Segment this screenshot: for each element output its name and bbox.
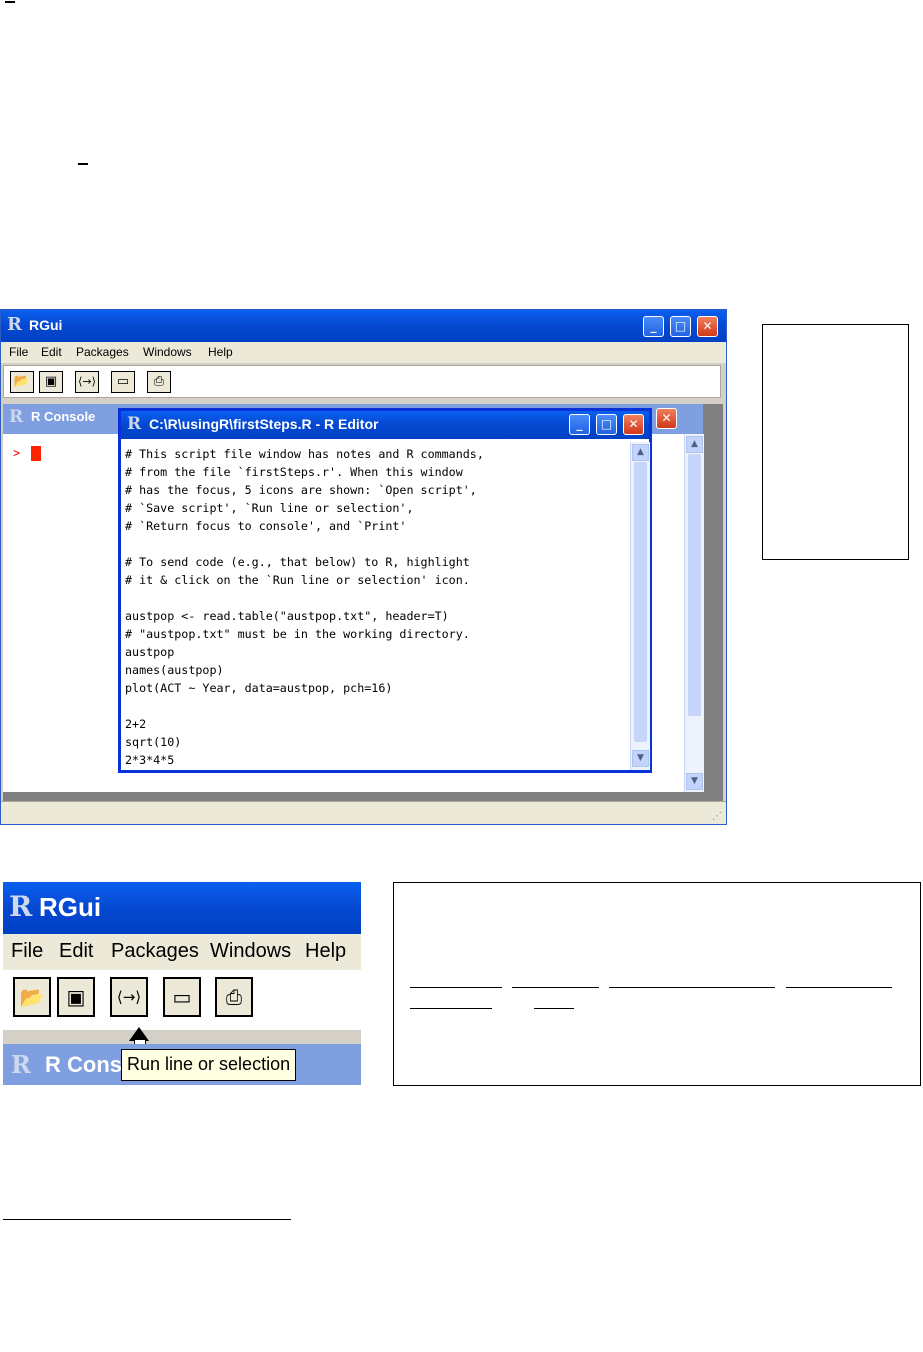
blank-line	[410, 1008, 492, 1009]
console-scrollbar[interactable]: ▲ ▼	[684, 434, 704, 792]
r-logo-icon: R	[7, 314, 22, 335]
r-logo-icon: R	[11, 1050, 31, 1079]
scroll-up-icon[interactable]: ▲	[686, 436, 703, 453]
run-line-or-selection-icon[interactable]: ⟨→⟩	[110, 977, 148, 1017]
print-icon[interactable]: ⎙	[215, 977, 253, 1017]
scroll-up-icon[interactable]: ▲	[632, 444, 649, 461]
footnote-rule	[3, 1219, 291, 1220]
maximize-button[interactable]: □	[670, 316, 691, 337]
menu-help[interactable]: Help	[208, 345, 233, 359]
zoom-titlebar: R RGui	[3, 882, 361, 934]
rgui-titlebar[interactable]: R RGui _ □ ✕	[1, 310, 726, 342]
close-button[interactable]: ✕	[697, 316, 718, 337]
zoomed-toolbar-view: R RGui File Edit Packages Windows Help 📂…	[3, 882, 361, 1085]
page-mark	[78, 163, 88, 165]
editor-titlebar[interactable]: R C:\R\usingR\firstSteps.R - R Editor _ …	[121, 411, 649, 439]
scroll-down-icon[interactable]: ▼	[632, 750, 649, 767]
menu-edit[interactable]: Edit	[41, 345, 62, 359]
console-close-button[interactable]: ✕	[656, 408, 677, 429]
rgui-title: RGui	[29, 317, 63, 333]
open-script-icon[interactable]: 📂	[13, 977, 51, 1017]
save-script-icon[interactable]: ▣	[57, 977, 95, 1017]
return-focus-to-console-icon[interactable]: ▭	[111, 371, 135, 393]
zoom-menu-windows[interactable]: Windows	[210, 940, 291, 963]
zoom-menu-edit[interactable]: Edit	[59, 940, 93, 963]
script-text-area[interactable]: # This script file window has notes and …	[125, 445, 625, 769]
scroll-thumb[interactable]	[688, 454, 701, 716]
r-logo-icon: R	[127, 414, 142, 434]
console-prompt: >	[13, 446, 21, 460]
caption-box	[393, 882, 921, 1086]
print-icon[interactable]: ⎙	[147, 371, 171, 393]
zoom-title: RGui	[39, 892, 102, 922]
console-cursor	[31, 446, 41, 461]
zoom-menu-file[interactable]: File	[11, 940, 43, 963]
toolbar: 📂 ▣ ⟨→⟩ ▭ ⎙	[3, 365, 721, 398]
menu-bar: File Edit Packages Windows Help	[1, 342, 726, 363]
blank-line	[534, 1008, 574, 1009]
resize-grip-icon[interactable]: ⋰	[712, 811, 722, 822]
editor-scrollbar[interactable]: ▲ ▼	[630, 442, 650, 770]
menu-packages[interactable]: Packages	[76, 345, 129, 359]
zoom-menu-packages[interactable]: Packages	[111, 940, 199, 963]
zoom-toolbar: 📂 ▣ ⟨→⟩ ▭ ⎙	[3, 970, 361, 1030]
editor-maximize-button[interactable]: □	[596, 414, 617, 435]
blank-line	[786, 987, 892, 988]
zoom-menu-help[interactable]: Help	[305, 940, 346, 963]
editor-close-button[interactable]: ✕	[623, 414, 644, 435]
r-logo-icon: R	[9, 890, 33, 923]
blank-line	[410, 987, 502, 988]
blank-line	[512, 987, 599, 988]
open-script-icon[interactable]: 📂	[10, 371, 34, 393]
save-script-icon[interactable]: ▣	[39, 371, 63, 393]
blank-line	[609, 987, 775, 988]
pointer-arrow-icon	[129, 1027, 149, 1041]
console-title: R Console	[31, 409, 96, 424]
zoom-console-title: R Cons	[45, 1052, 122, 1077]
r-logo-icon: R	[9, 407, 24, 427]
r-editor-window[interactable]: R C:\R\usingR\firstSteps.R - R Editor _ …	[118, 408, 652, 773]
minimize-button[interactable]: _	[643, 316, 664, 337]
side-note-box	[762, 324, 909, 560]
page-mark	[5, 1, 15, 3]
menu-file[interactable]: File	[9, 345, 28, 359]
status-bar: ⋰	[1, 801, 726, 824]
menu-windows[interactable]: Windows	[143, 345, 192, 359]
scroll-down-icon[interactable]: ▼	[686, 773, 703, 790]
run-line-or-selection-icon[interactable]: ⟨→⟩	[75, 371, 99, 393]
zoom-menu-bar: File Edit Packages Windows Help	[3, 934, 361, 970]
editor-title: C:\R\usingR\firstSteps.R - R Editor	[149, 416, 379, 432]
return-focus-to-console-icon[interactable]: ▭	[163, 977, 201, 1017]
tooltip: Run line or selection	[121, 1049, 297, 1081]
scroll-thumb[interactable]	[634, 462, 647, 742]
editor-minimize-button[interactable]: _	[569, 414, 590, 435]
